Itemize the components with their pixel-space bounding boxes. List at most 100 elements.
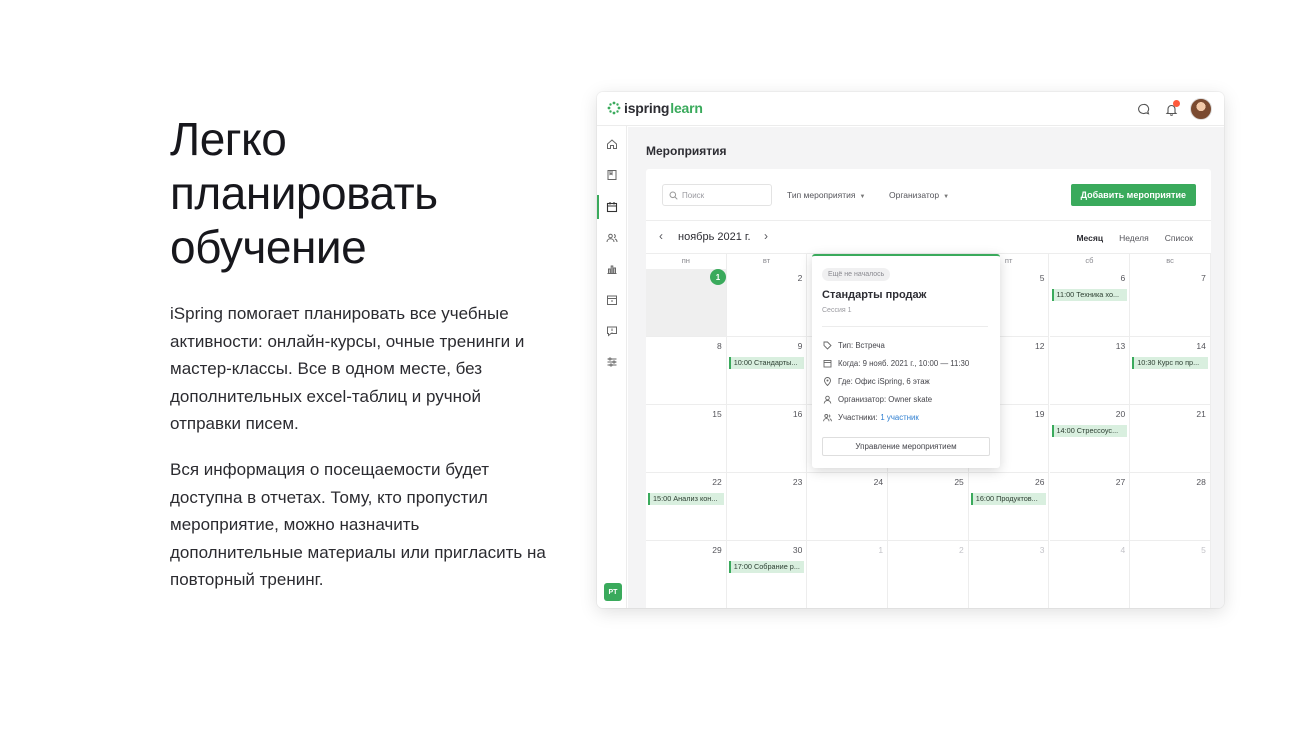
- calendar-event[interactable]: 10:00 Стандарты...: [728, 357, 805, 369]
- hero-title-line: планировать: [170, 167, 438, 219]
- day-number: 20: [1115, 409, 1126, 419]
- sidebar-item-users[interactable]: [604, 230, 620, 246]
- sidebar-item-events[interactable]: [604, 199, 620, 215]
- calendar-event[interactable]: 16:00 Продуктов...: [970, 493, 1047, 505]
- day-number: 6: [1120, 273, 1126, 283]
- day-number: 15: [712, 409, 722, 419]
- day-number: 26: [1035, 477, 1045, 487]
- calendar-day-cell[interactable]: 26 16:00 Продуктов...: [968, 473, 1050, 541]
- calendar-day-cell[interactable]: 29: [646, 541, 727, 608]
- calendar-day-cell[interactable]: 28: [1130, 473, 1211, 541]
- event-organizer-row: Организатор: Owner skate: [822, 394, 932, 404]
- filter-event-type[interactable]: Тип мероприятия ▼: [787, 190, 865, 200]
- event-type: Тип: Встреча: [838, 340, 885, 350]
- calendar-day-cell[interactable]: 24: [807, 473, 889, 541]
- calendar-event[interactable]: 15:00 Анализ кон...: [648, 493, 724, 505]
- calendar-day-cell[interactable]: 1: [807, 541, 889, 608]
- day-number: 3: [1039, 545, 1045, 555]
- calendar-day-cell[interactable]: 25: [888, 473, 969, 541]
- calendar-day-cell[interactable]: 6 11:00 Техника хо...: [1049, 269, 1131, 337]
- filter-organizer[interactable]: Организатор ▼: [889, 190, 949, 200]
- day-number: 28: [1196, 477, 1206, 487]
- calendar-day-cell[interactable]: 23: [726, 473, 808, 541]
- event-where-row: Где: Офис iSpring, 6 этаж: [822, 376, 930, 386]
- calendar-day-cell[interactable]: 13: [1049, 337, 1131, 405]
- calendar-event[interactable]: 17:00 Собрание р...: [728, 561, 805, 573]
- participants-label: Участники:: [838, 412, 878, 422]
- day-number: 25: [954, 477, 964, 487]
- calendar-day-cell[interactable]: 1: [646, 269, 727, 337]
- event-when: Когда: 9 нояб. 2021 г., 10:00 — 11:30: [838, 358, 970, 368]
- calendar-day-cell[interactable]: 30 17:00 Собрание р...: [726, 541, 808, 608]
- hero-paragraph-1: iSpring помогает планировать все учебные…: [170, 304, 525, 433]
- day-number: 5: [1039, 273, 1045, 283]
- chat-icon[interactable]: [1134, 100, 1152, 118]
- sidebar-item-settings[interactable]: [604, 354, 620, 370]
- account-badge[interactable]: PT: [604, 583, 622, 601]
- day-number: 2: [959, 545, 964, 555]
- calendar-event[interactable]: 14:00 Стрессоус...: [1051, 425, 1128, 437]
- calendar-day-cell[interactable]: 20 14:00 Стрессоус...: [1049, 405, 1131, 473]
- location-pin-icon: [822, 376, 832, 386]
- schedule-icon: [607, 295, 617, 305]
- view-list[interactable]: Список: [1165, 233, 1193, 243]
- calendar-day-cell[interactable]: 5: [1130, 541, 1211, 608]
- calendar-day-cell[interactable]: 2: [888, 541, 969, 608]
- chevron-right-icon[interactable]: ›: [764, 229, 768, 243]
- month-label: ноябрь 2021 г.: [678, 231, 751, 243]
- chevron-down-icon: ▼: [859, 194, 866, 200]
- calendar-event[interactable]: 10:30 Курс по пр...: [1132, 357, 1208, 369]
- users-icon: [822, 412, 832, 422]
- divider: [822, 326, 988, 327]
- day-number: 19: [1035, 409, 1045, 419]
- search-input[interactable]: Поиск: [662, 184, 772, 206]
- book-icon: [607, 170, 617, 180]
- view-month[interactable]: Месяц: [1076, 233, 1103, 243]
- calendar-day-cell[interactable]: 15: [646, 405, 727, 473]
- sidebar-item-home[interactable]: [604, 136, 620, 152]
- calendar-nav: ‹ ноябрь 2021 г. › Месяц Неделя Список: [646, 221, 1211, 253]
- calendar-icon: [822, 358, 832, 368]
- day-number: 1: [878, 545, 884, 555]
- add-event-button[interactable]: Добавить мероприятие: [1070, 184, 1196, 206]
- chevron-left-icon[interactable]: ‹: [659, 229, 663, 243]
- event-popover: Ещё не началось Стандарты продаж Сессия …: [812, 254, 1000, 468]
- sidebar-item-courses[interactable]: [604, 167, 620, 183]
- filter-label: Организатор: [889, 190, 940, 200]
- calendar-day-cell[interactable]: 14 10:30 Курс по пр...: [1130, 337, 1211, 405]
- day-number: 27: [1115, 477, 1126, 487]
- bell-icon[interactable]: [1162, 100, 1180, 118]
- calendar-day-cell[interactable]: 21: [1130, 405, 1211, 473]
- notification-dot: [1173, 100, 1180, 107]
- event-type-row: Тип: Встреча: [822, 340, 885, 350]
- search-placeholder: Поиск: [682, 190, 705, 200]
- view-week[interactable]: Неделя: [1119, 233, 1149, 243]
- calendar-day-cell[interactable]: 8: [646, 337, 727, 405]
- bar-chart-icon: [607, 265, 617, 274]
- calendar-day-cell[interactable]: 22 15:00 Анализ кон...: [646, 473, 727, 541]
- day-number: 7: [1201, 273, 1206, 283]
- calendar-day-cell[interactable]: 2: [726, 269, 808, 337]
- manage-event-button[interactable]: Управление мероприятием: [822, 437, 990, 456]
- sidebar-item-feedback[interactable]: [604, 323, 620, 339]
- sidebar-item-reports[interactable]: [604, 261, 620, 277]
- participants-link[interactable]: 1 участник: [880, 413, 918, 422]
- logo[interactable]: ispring learn: [607, 100, 703, 116]
- calendar-event[interactable]: 11:00 Техника хо...: [1051, 289, 1128, 301]
- sidebar: PT: [597, 126, 627, 608]
- chevron-down-icon: ▼: [943, 194, 950, 200]
- calendar-day-cell[interactable]: 16: [726, 405, 808, 473]
- user-icon: [822, 394, 832, 404]
- sidebar-item-schedule[interactable]: [604, 292, 620, 308]
- logo-brand: ispring: [624, 100, 670, 116]
- user-avatar[interactable]: [1190, 98, 1212, 120]
- calendar-day-cell[interactable]: 9 10:00 Стандарты...: [726, 337, 808, 405]
- calendar-day-cell[interactable]: 7: [1130, 269, 1211, 337]
- day-number: 14: [1196, 341, 1206, 351]
- today-marker: 1: [710, 269, 726, 285]
- calendar-day-cell[interactable]: 4: [1049, 541, 1131, 608]
- hero-paragraph-2: Вся информация о посещаемости будет дост…: [170, 460, 546, 589]
- calendar-day-cell[interactable]: 27: [1049, 473, 1131, 541]
- event-session: Сессия 1: [822, 307, 852, 314]
- calendar-day-cell[interactable]: 3: [968, 541, 1050, 608]
